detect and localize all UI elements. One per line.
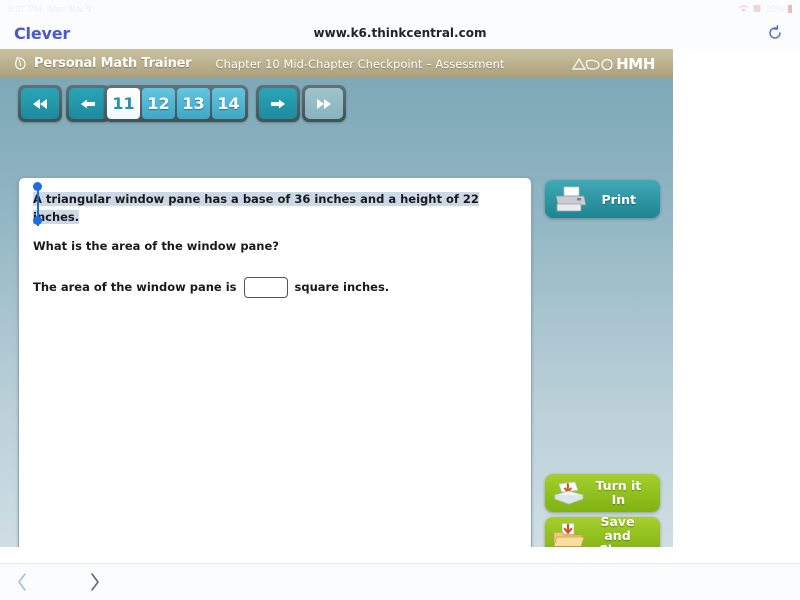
save-and-close-button[interactable]: Save and Close: [545, 514, 660, 548]
save-and-close-label: Save and Close: [585, 514, 650, 548]
browser-forward-button[interactable]: [77, 567, 111, 597]
question-card: A triangular window pane has a base of 3…: [18, 177, 532, 547]
status-bar-right: 22%: [738, 4, 792, 14]
hmh-shapes-icon: [572, 57, 613, 70]
arrow-right-icon: [271, 99, 285, 108]
app-header: Personal Math Trainer Chapter 10 Mid-Cha…: [0, 49, 673, 78]
assignment-title: Chapter 10 Mid-Chapter Checkpoint – Asse…: [215, 56, 505, 71]
save-and-close-line2: and Close: [599, 528, 637, 548]
page-tile-14[interactable]: 14: [212, 88, 245, 119]
reload-icon[interactable]: [766, 24, 784, 42]
wifi-icon: [739, 5, 748, 12]
product-title: Personal Math Trainer: [34, 56, 192, 71]
answer-suffix-label: square inches.: [294, 280, 390, 294]
personal-math-trainer-icon: [12, 55, 29, 72]
selection-handle-start[interactable]: [33, 182, 42, 191]
page-number-group: 11 12 13 14: [104, 85, 248, 122]
url-label[interactable]: www.k6.thinkcentral.com: [0, 26, 800, 40]
print-label: Print: [601, 191, 637, 207]
save-folder-icon: [553, 523, 585, 547]
browser-toolbar: Clever www.k6.thinkcentral.com: [0, 17, 800, 49]
print-button[interactable]: Print: [545, 180, 660, 218]
browser-bottom-nav: [0, 563, 800, 600]
personal-math-trainer-app: Personal Math Trainer Chapter 10 Mid-Cha…: [0, 49, 673, 547]
ios-status-bar: 6:37 PM Mon Mar 9 22%: [0, 0, 800, 17]
selection-handle-end[interactable]: [33, 216, 42, 225]
turn-it-in-button[interactable]: Turn it In: [545, 474, 660, 512]
printer-icon: [555, 186, 587, 212]
recording-indicator: [788, 4, 792, 13]
hmh-wordmark: HMH: [616, 54, 655, 73]
last-question-button[interactable]: [302, 85, 346, 122]
status-bar-left: 6:37 PM Mon Mar 9: [8, 4, 92, 14]
page-tile-12[interactable]: 12: [142, 88, 175, 119]
battery-percent: 22%: [765, 3, 784, 14]
turn-it-in-label: Turn it In: [595, 478, 642, 507]
page-tile-11[interactable]: 11: [107, 88, 140, 119]
question-prompt: What is the area of the window pane?: [33, 239, 279, 253]
next-question-button[interactable]: [256, 85, 300, 122]
battery-icon: [753, 5, 761, 12]
page-tile-13[interactable]: 13: [177, 88, 210, 119]
browser-back-button[interactable]: [5, 567, 39, 597]
save-and-close-line1: Save: [600, 514, 635, 529]
chevron-right-icon: [90, 573, 99, 591]
answer-row: The area of the window pane is square in…: [33, 277, 517, 298]
status-bar-date: Mon Mar 9: [48, 3, 92, 14]
rewind-to-start-icon: [33, 98, 47, 109]
hmh-brand: HMH: [572, 55, 655, 73]
answer-input[interactable]: [243, 277, 288, 298]
status-bar-time: 6:37 PM: [8, 3, 42, 14]
question-stem-row: A triangular window pane has a base of 3…: [33, 190, 517, 226]
arrow-left-icon: [81, 99, 95, 108]
answer-prefix-label: The area of the window pane is: [33, 280, 237, 294]
chevron-left-icon: [17, 573, 26, 591]
first-question-button[interactable]: [18, 85, 62, 122]
question-stem[interactable]: A triangular window pane has a base of 3…: [33, 192, 479, 224]
fast-forward-icon: [317, 98, 331, 109]
question-navigation: 11 12 13 14: [0, 78, 673, 130]
inbox-tray-icon: [553, 481, 585, 505]
